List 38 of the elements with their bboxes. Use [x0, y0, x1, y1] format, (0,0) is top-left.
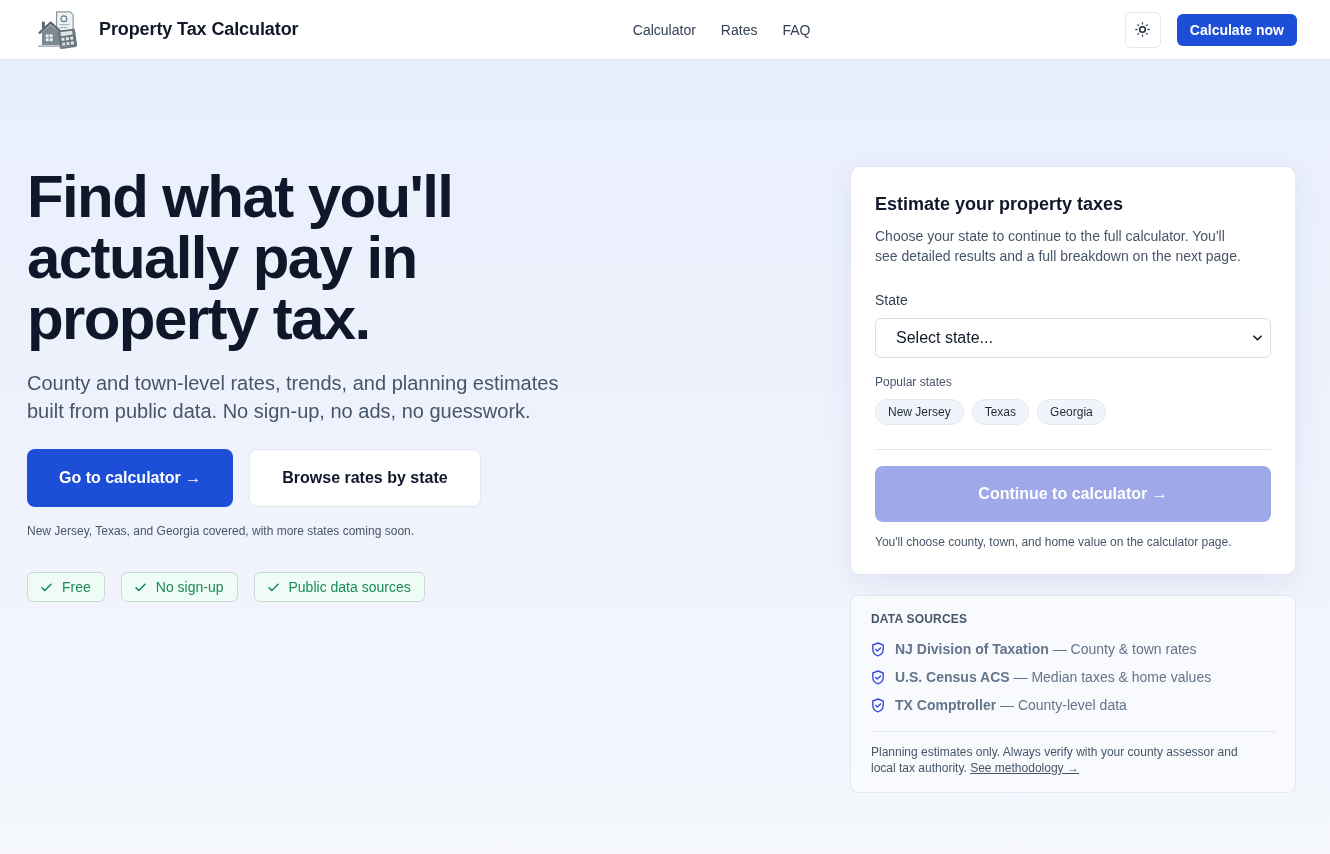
popular-states-label: Popular states: [875, 374, 953, 390]
shield-check-icon: [871, 641, 885, 657]
site-title: Property Tax Calculator: [99, 19, 299, 40]
data-source-item: NJ Division of Taxation — County & town rates: [895, 641, 1197, 657]
chevron-down-icon: [1253, 335, 1262, 341]
check-icon: [134, 582, 146, 592]
calculator-button[interactable]: Go to calculator →: [27, 449, 234, 507]
disclaimer-text: Planning estimates only. Always verify with your county assessor and local tax authority. See methodology →: [871, 744, 1239, 776]
feature-label: Public data sources: [288, 579, 411, 595]
calculate-now-button[interactable]: Calculate now: [1176, 13, 1297, 46]
state-select[interactable]: Select state...: [875, 318, 1271, 358]
data-source-item: U.S. Census ACS — Median taxes & home values: [895, 669, 1212, 685]
shield-check-icon: [871, 669, 885, 685]
nav-link[interactable]: FAQ: [782, 21, 811, 38]
calculator-note: You'll choose county, town, and home value on the calculator page.: [875, 534, 1233, 550]
state-label: State: [875, 291, 909, 309]
state-chip[interactable]: Georgia: [1037, 399, 1106, 425]
methodology-link[interactable]: See methodology →: [970, 761, 1079, 775]
state-chip[interactable]: Texas: [971, 399, 1030, 425]
shield-check-icon: [871, 697, 885, 713]
hero-heading: Find what you'll actually pay in property tax.: [27, 166, 454, 349]
nav-link[interactable]: Calculator: [632, 21, 696, 38]
card-description: Choose your state to continue to the full calculator. You'll see detailed results and a full breakdown on the next page.: [875, 227, 1242, 266]
data-sources-heading: DATA SOURCES: [871, 611, 969, 627]
house-calculator-icon: [37, 10, 80, 49]
browse-rates-button[interactable]: Browse rates by state: [249, 449, 481, 507]
feature-label: Free: [62, 579, 91, 595]
card-title: Estimate your property taxes: [875, 193, 1125, 216]
hero-subtitle: County and town-level rates, trends, and planning estimates built from public data. No sign-up, no ads, no guesswork.: [27, 371, 560, 424]
check-icon: [267, 582, 279, 592]
data-source-item: TX Comptroller — County-level data: [895, 697, 1127, 713]
state-chip[interactable]: New Jersey: [875, 399, 964, 425]
feature-label: No sign-up: [155, 579, 224, 595]
theme-toggle-button[interactable]: [1124, 11, 1161, 48]
coverage-note: New Jersey, Texas, and Georgia covered, with more states coming soon.: [27, 523, 416, 539]
nav-link[interactable]: Rates: [720, 21, 758, 38]
sun-icon: [1135, 22, 1151, 37]
check-icon: [41, 582, 52, 592]
